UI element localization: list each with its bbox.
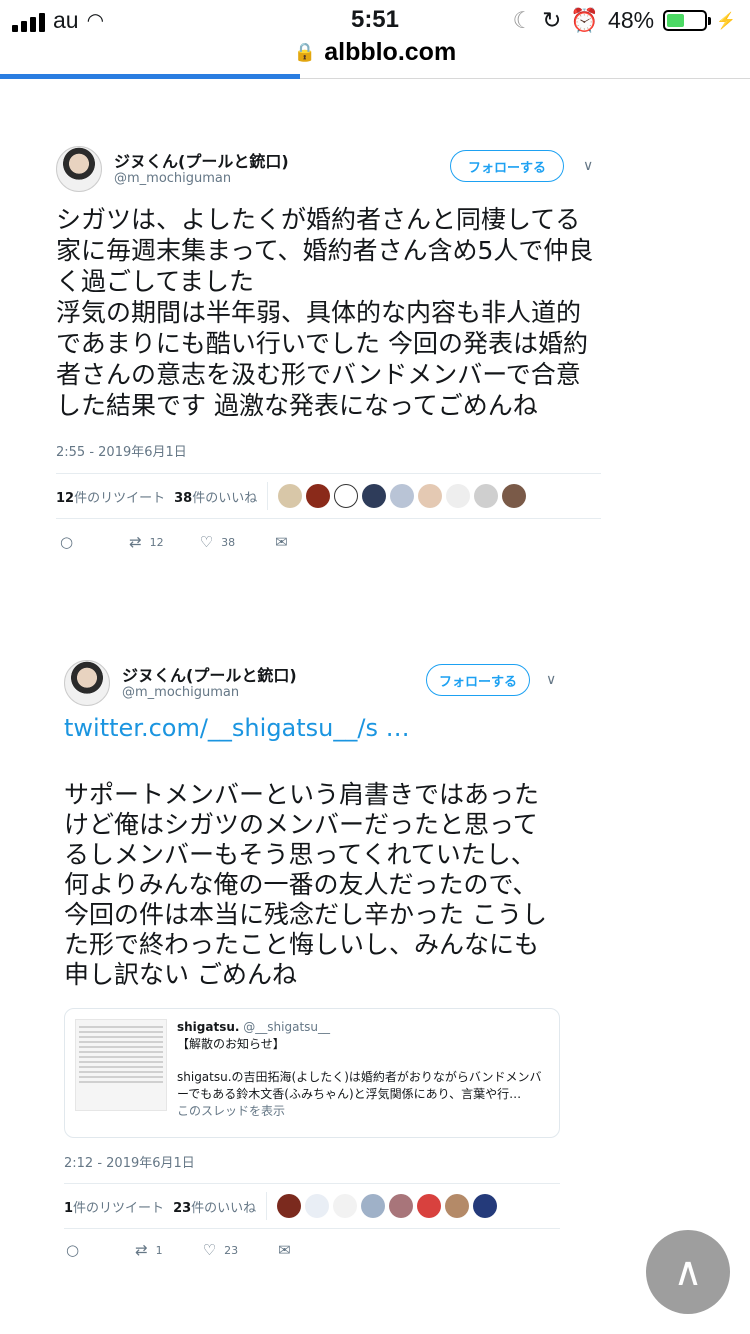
chevron-down-icon[interactable]: ∨ xyxy=(546,672,556,688)
tweet-text: シガツは、よしたくが婚約者さんと同棲してる家に毎週末集まって、婚約者さん含め5人… xyxy=(56,205,594,420)
avatar[interactable] xyxy=(333,1194,358,1218)
like-button[interactable]: ♡ 23 xyxy=(203,1241,238,1259)
avatar[interactable] xyxy=(502,484,527,508)
liker-avatars xyxy=(277,1194,498,1218)
retweet-button[interactable]: ⇄ 1 xyxy=(135,1241,163,1259)
quoted-content: shigatsu. @__shigatsu__ 【解散のお知らせ】 shigat… xyxy=(177,1019,549,1120)
tweet-stats: 12件のリツイート 38件のいいね xyxy=(56,474,601,518)
battery-percent: 48% xyxy=(608,7,655,33)
avatar[interactable] xyxy=(362,484,387,508)
charging-icon: ⚡ xyxy=(716,12,736,30)
lock-icon: 🔒 xyxy=(293,42,317,62)
tweet-actions: ○ ⇄ 1 ♡ 23 ✉ xyxy=(64,1235,560,1265)
avatar[interactable] xyxy=(390,484,415,508)
liker-avatars xyxy=(278,484,527,508)
avatar[interactable] xyxy=(277,1194,302,1218)
avatar[interactable] xyxy=(305,1194,330,1218)
avatar[interactable] xyxy=(446,484,471,508)
follow-button[interactable]: フォローする xyxy=(450,150,564,182)
avatar[interactable] xyxy=(473,1194,498,1218)
chevron-down-icon[interactable]: ∨ xyxy=(583,158,593,174)
retweet-button[interactable]: ⇄ 12 xyxy=(129,533,164,551)
retweet-count[interactable]: 1件のリツイート xyxy=(64,1197,164,1216)
tweet-timestamp[interactable]: 2:55 - 2019年6月1日 xyxy=(56,441,601,460)
avatar[interactable] xyxy=(56,146,102,192)
page-load-progress xyxy=(0,74,300,79)
like-icon: ♡ xyxy=(199,533,214,551)
avatar[interactable] xyxy=(474,484,499,508)
address-bar[interactable]: 🔒 albblo.com xyxy=(0,38,750,70)
avatar[interactable] xyxy=(417,1194,442,1218)
follow-button[interactable]: フォローする xyxy=(426,664,530,696)
divider xyxy=(266,1192,268,1220)
tweet-actions: ○ ⇄ 12 ♡ 38 ✉ xyxy=(56,527,601,557)
avatar[interactable] xyxy=(64,660,110,706)
tweet-stats: 1件のリツイート 23件のいいね xyxy=(64,1184,560,1228)
quoted-image xyxy=(75,1019,167,1111)
author-name[interactable]: ジヌくん(プールと銃口) xyxy=(114,148,289,172)
show-thread-link[interactable]: このスレッドを表示 xyxy=(177,1103,549,1120)
divider xyxy=(56,518,601,519)
divider xyxy=(267,482,269,510)
quoted-author-handle: @__shigatsu__ xyxy=(243,1020,331,1034)
like-count[interactable]: 23件のいいね xyxy=(173,1197,256,1216)
quoted-text: shigatsu.の吉田拓海(よしたく)は婚約者がおりながらバンドメンバーでもあ… xyxy=(177,1070,542,1101)
tweet-header: ジヌくん(プールと銃口) @m_mochiguman フォローする ∨ xyxy=(56,146,601,198)
avatar[interactable] xyxy=(418,484,443,508)
like-icon: ♡ xyxy=(202,1241,217,1259)
reply-icon[interactable]: ○ xyxy=(60,533,73,551)
quoted-tweet[interactable]: shigatsu. @__shigatsu__ 【解散のお知らせ】 shigat… xyxy=(64,1008,560,1138)
quoted-title: 【解散のお知らせ】 xyxy=(177,1037,285,1051)
message-icon[interactable]: ✉ xyxy=(278,1241,291,1259)
tweet-text: サポートメンバーという肩書きではあったけど俺はシガツのメンバーだったと思ってるし… xyxy=(64,780,547,989)
moon-icon: ☾ xyxy=(512,7,534,33)
tweet-link[interactable]: twitter.com/__shigatsu__/s … xyxy=(64,714,560,742)
retweet-count[interactable]: 12件のリツイート xyxy=(56,487,165,506)
tweet-card: ジヌくん(プールと銃口) @m_mochiguman フォローする ∨ シガツは… xyxy=(56,146,601,557)
tweet-header: ジヌくん(プールと銃口) @m_mochiguman フォローする ∨ xyxy=(64,660,560,712)
url-text: albblo.com xyxy=(324,38,457,66)
rotation-lock-icon: ↻ xyxy=(542,7,562,33)
quoted-author-name: shigatsu. xyxy=(177,1020,240,1034)
author-handle[interactable]: @m_mochiguman xyxy=(122,685,239,700)
battery-icon xyxy=(663,10,712,31)
retweet-icon: ⇄ xyxy=(129,533,142,551)
chevron-up-icon: ∧ xyxy=(673,1249,703,1295)
avatar[interactable] xyxy=(278,484,303,508)
avatar[interactable] xyxy=(334,484,359,508)
avatar[interactable] xyxy=(361,1194,386,1218)
author-name[interactable]: ジヌくん(プールと銃口) xyxy=(122,662,297,686)
status-right: ☾ ↻ ⏰ 48% ⚡ xyxy=(512,7,736,34)
reply-icon[interactable]: ○ xyxy=(66,1241,79,1259)
avatar[interactable] xyxy=(306,484,331,508)
avatar[interactable] xyxy=(389,1194,414,1218)
author-handle[interactable]: @m_mochiguman xyxy=(114,171,231,186)
status-bar: au ◠ 5:51 ☾ ↻ ⏰ 48% ⚡ xyxy=(0,0,750,40)
like-count[interactable]: 38件のいいね xyxy=(174,487,257,506)
alarm-icon: ⏰ xyxy=(570,7,600,33)
message-icon[interactable]: ✉ xyxy=(275,533,288,551)
retweet-icon: ⇄ xyxy=(135,1241,148,1259)
tweet-timestamp[interactable]: 2:12 - 2019年6月1日 xyxy=(64,1152,560,1171)
like-button[interactable]: ♡ 38 xyxy=(200,533,235,551)
tweet-card: ジヌくん(プールと銃口) @m_mochiguman フォローする ∨ twit… xyxy=(64,660,560,1265)
divider xyxy=(64,1228,560,1229)
avatar[interactable] xyxy=(445,1194,470,1218)
scroll-to-top-button[interactable]: ∧ xyxy=(646,1230,730,1314)
